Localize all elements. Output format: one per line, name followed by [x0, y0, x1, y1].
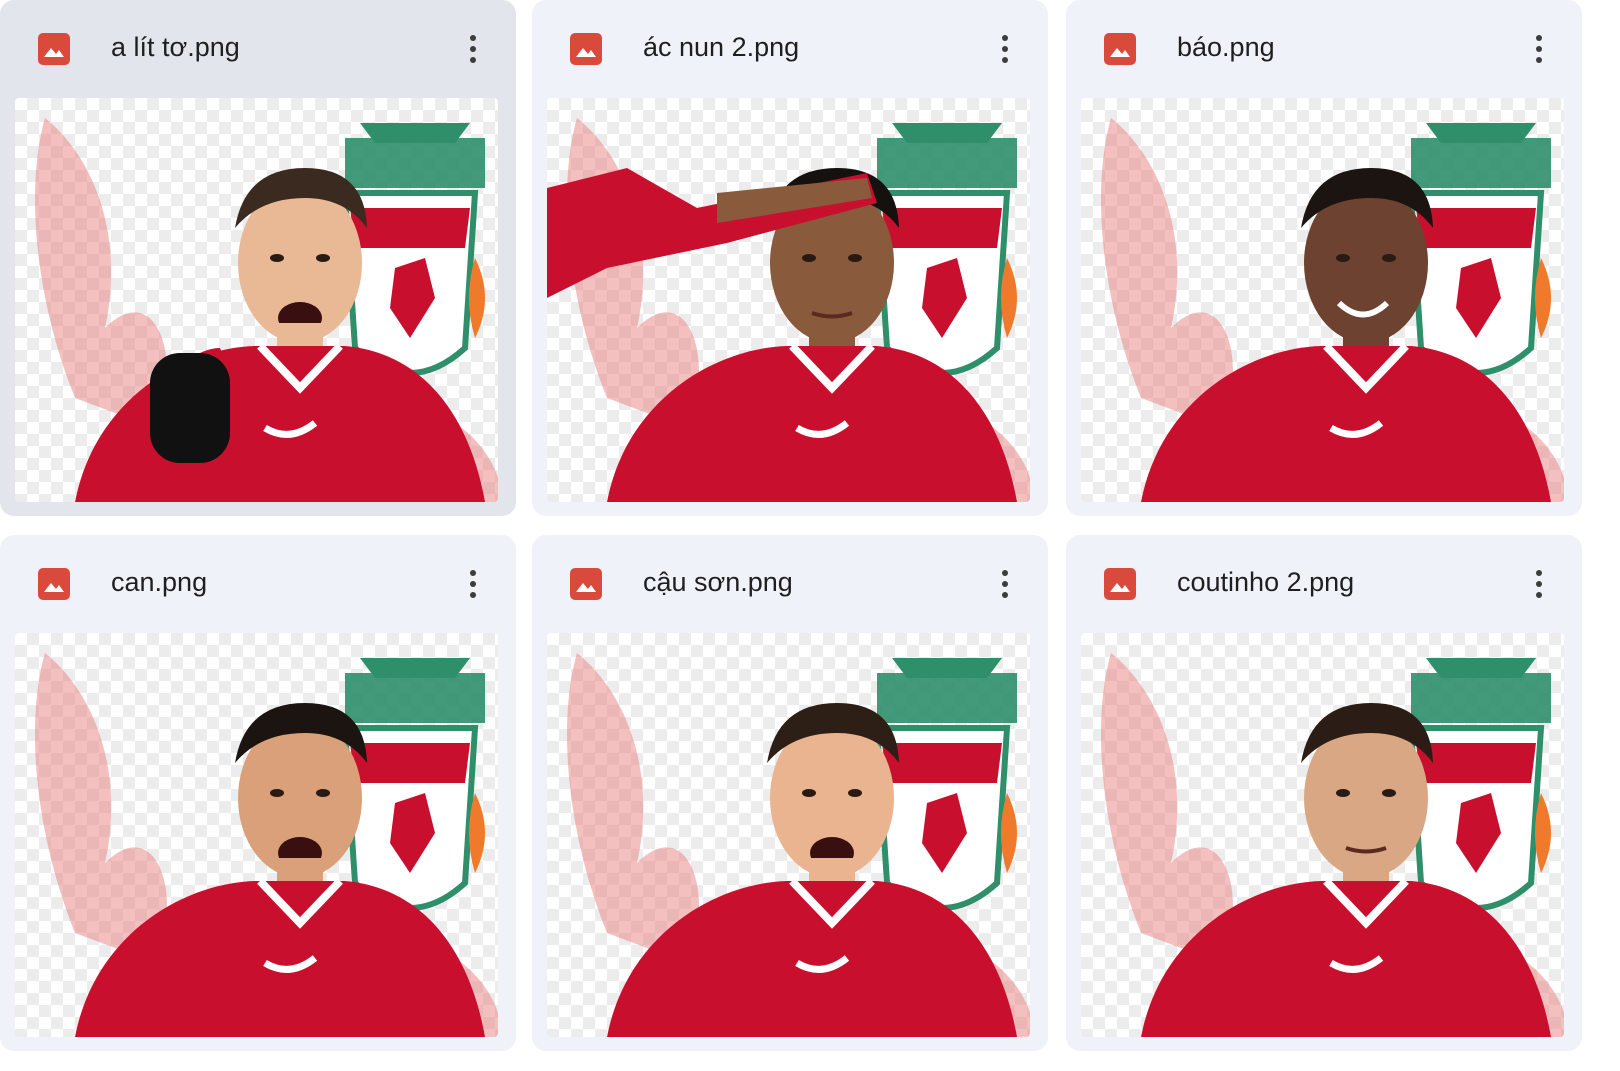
- more-vertical-icon-dot: [470, 592, 476, 598]
- image-file-icon: [38, 33, 70, 65]
- more-options-button[interactable]: [1522, 561, 1556, 607]
- image-file-icon: [38, 568, 70, 600]
- file-card-header[interactable]: báo.png: [1066, 0, 1582, 96]
- image-thumbnail[interactable]: [547, 633, 1030, 1037]
- file-card[interactable]: cậu sơn.png: [532, 535, 1048, 1051]
- more-vertical-icon: [1536, 35, 1542, 41]
- file-grid: a lít tơ.png ác nun 2.png báo.png can.pn…: [0, 0, 1620, 1071]
- more-vertical-icon-dot: [470, 581, 476, 587]
- file-card[interactable]: báo.png: [1066, 0, 1582, 516]
- image-file-icon: [1104, 568, 1136, 600]
- more-vertical-icon-dot: [470, 57, 476, 63]
- more-vertical-icon-dot: [1002, 57, 1008, 63]
- more-options-button[interactable]: [988, 26, 1022, 72]
- file-name: coutinho 2.png: [1177, 567, 1355, 597]
- file-card-header[interactable]: cậu sơn.png: [532, 535, 1048, 631]
- file-name: ác nun 2.png: [643, 32, 800, 62]
- more-vertical-icon-dot: [1536, 581, 1542, 587]
- file-card[interactable]: coutinho 2.png: [1066, 535, 1582, 1051]
- file-card-header[interactable]: ác nun 2.png: [532, 0, 1048, 96]
- more-vertical-icon: [470, 570, 476, 576]
- more-vertical-icon-dot: [1002, 46, 1008, 52]
- file-card[interactable]: can.png: [0, 535, 516, 1051]
- file-card[interactable]: ác nun 2.png: [532, 0, 1048, 516]
- image-file-icon: [570, 33, 602, 65]
- file-name: cậu sơn.png: [643, 567, 793, 597]
- file-card-header[interactable]: a lít tơ.png: [0, 0, 516, 96]
- more-vertical-icon-dot: [1002, 581, 1008, 587]
- file-card[interactable]: a lít tơ.png: [0, 0, 516, 516]
- more-vertical-icon-dot: [1536, 57, 1542, 63]
- more-vertical-icon: [1002, 35, 1008, 41]
- file-card-header[interactable]: coutinho 2.png: [1066, 535, 1582, 631]
- image-thumbnail[interactable]: [15, 633, 498, 1037]
- file-name: can.png: [111, 567, 208, 597]
- image-thumbnail[interactable]: [547, 98, 1030, 502]
- more-vertical-icon: [470, 35, 476, 41]
- more-options-button[interactable]: [456, 561, 490, 607]
- image-thumbnail[interactable]: [15, 98, 498, 502]
- more-vertical-icon-dot: [1536, 592, 1542, 598]
- file-name: báo.png: [1177, 32, 1275, 62]
- more-options-button[interactable]: [456, 26, 490, 72]
- more-vertical-icon-dot: [470, 46, 476, 52]
- more-vertical-icon: [1536, 570, 1542, 576]
- image-thumbnail[interactable]: [1081, 98, 1564, 502]
- more-vertical-icon: [1002, 570, 1008, 576]
- image-file-icon: [1104, 33, 1136, 65]
- more-vertical-icon-dot: [1536, 46, 1542, 52]
- more-vertical-icon-dot: [1002, 592, 1008, 598]
- more-options-button[interactable]: [1522, 26, 1556, 72]
- image-thumbnail[interactable]: [1081, 633, 1564, 1037]
- file-name: a lít tơ.png: [111, 32, 240, 62]
- file-card-header[interactable]: can.png: [0, 535, 516, 631]
- more-options-button[interactable]: [988, 561, 1022, 607]
- image-file-icon: [570, 568, 602, 600]
